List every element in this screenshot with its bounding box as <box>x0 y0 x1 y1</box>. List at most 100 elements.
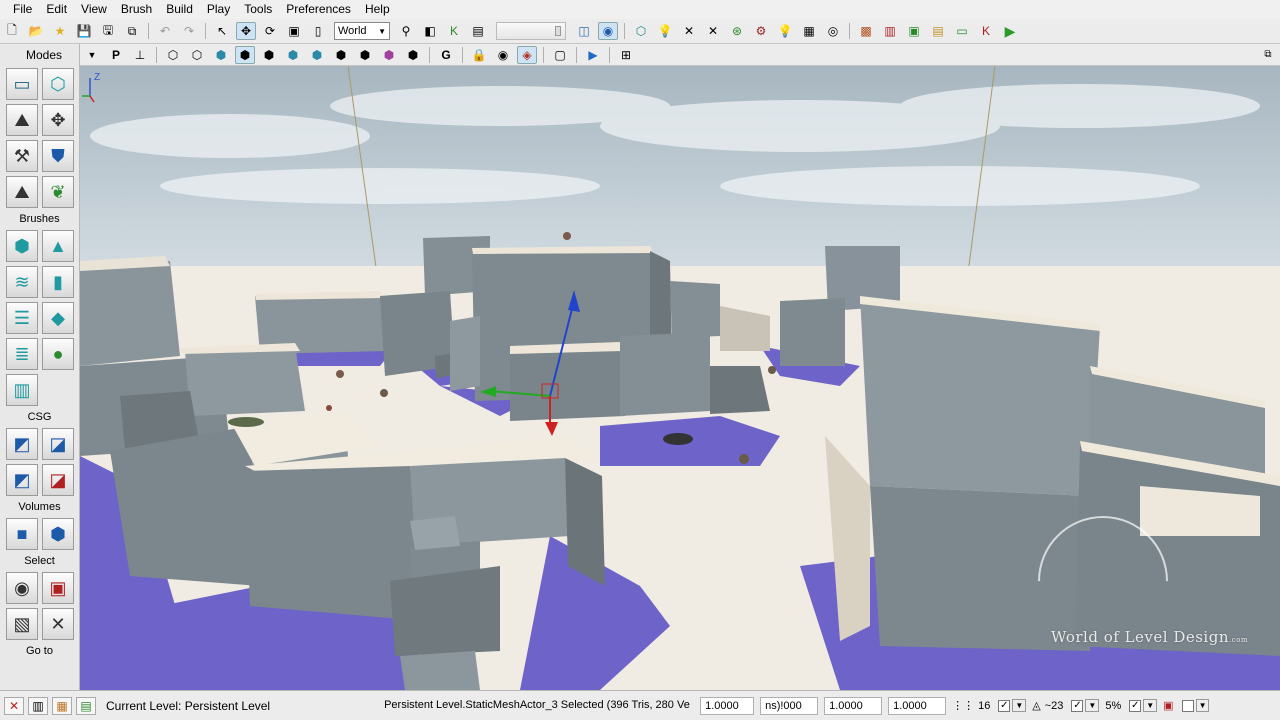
perspective-button[interactable]: P <box>106 46 126 64</box>
cylinder-brush-icon[interactable]: ▮ <box>42 266 74 298</box>
add-volume-icon[interactable]: ■ <box>6 518 38 550</box>
volumetric-brush-icon[interactable]: ▥ <box>6 374 38 406</box>
level-icon[interactable]: ✕ <box>4 696 24 715</box>
build-geometry-icon[interactable]: ⬡ <box>631 22 651 40</box>
unlit-icon[interactable]: ⬢ <box>211 46 231 64</box>
sphere-brush-icon[interactable]: ● <box>42 338 74 370</box>
globe-icon[interactable]: ◎ <box>823 22 843 40</box>
film-icon[interactable]: ▥ <box>880 22 900 40</box>
streaming-icon[interactable]: ▦ <box>52 696 72 715</box>
cone-brush-icon[interactable]: ▲ <box>42 230 74 262</box>
misc-dropdown-icon[interactable]: ▼ <box>1195 699 1210 712</box>
rotation-dropdown-icon[interactable]: ▼ <box>1085 699 1100 712</box>
perspective-viewport[interactable]: Z World of Level Design.com <box>80 66 1280 690</box>
lightmap-density-icon[interactable]: ⬢ <box>379 46 399 64</box>
lock-icon[interactable]: 🔒 <box>469 46 489 64</box>
camera-speed-slider[interactable] <box>496 22 566 40</box>
foliage-mode-icon[interactable]: ❦ <box>42 176 74 208</box>
build-all-icon[interactable]: ⊛ <box>727 22 747 40</box>
reflections-icon[interactable]: ⬢ <box>403 46 423 64</box>
volume-list-icon[interactable]: ⬢ <box>42 518 74 550</box>
level-browser-icon[interactable]: ▥ <box>28 696 48 715</box>
landscape-mode-icon[interactable]: ⛰ <box>6 176 38 208</box>
non-uniform-scale-icon[interactable]: ▯ <box>308 22 328 40</box>
csg-add-icon[interactable]: ◩ <box>6 428 38 460</box>
show-selected-icon[interactable]: ◉ <box>6 572 38 604</box>
spiral-stair-icon[interactable]: ≣ <box>6 338 38 370</box>
favorite-star-icon[interactable]: ★ <box>50 22 70 40</box>
show-brush-icon[interactable]: ◫ <box>574 22 594 40</box>
redo-icon[interactable]: ↷ <box>179 22 199 40</box>
play-in-viewport-icon[interactable]: ▶ <box>583 46 603 64</box>
build-paths-icon[interactable]: ✕ <box>679 22 699 40</box>
linear-stair-icon[interactable]: ☰ <box>6 302 38 334</box>
save-as-icon[interactable]: 🖫 <box>98 22 118 40</box>
translate-icon[interactable]: ✥ <box>236 22 256 40</box>
eye-icon[interactable]: ◉ <box>493 46 513 64</box>
slider-thumb[interactable] <box>555 26 561 36</box>
detail-lighting-icon[interactable]: ⬢ <box>259 46 279 64</box>
save-icon[interactable]: 💾 <box>74 22 94 40</box>
matinee-icon[interactable]: ▤ <box>468 22 488 40</box>
realtime-preview-icon[interactable]: ◈ <box>517 45 537 64</box>
drag-w-field[interactable]: 1.0000 <box>888 696 947 715</box>
csg-intersect-icon[interactable]: ◩ <box>6 464 38 496</box>
generic-browser-icon[interactable]: ◧ <box>420 22 440 40</box>
monitor-icon[interactable]: ▭ <box>952 22 972 40</box>
sheet-brush-icon[interactable]: ◆ <box>42 302 74 334</box>
csg-subtract-icon[interactable]: ◪ <box>42 428 74 460</box>
invert-selection-icon[interactable]: ▧ <box>6 608 38 640</box>
move-mode-icon[interactable]: ✥ <box>42 104 74 136</box>
camera-mode-icon[interactable]: ▭ <box>6 68 38 100</box>
shader-complexity-icon[interactable]: ⬢ <box>355 46 375 64</box>
binoculars-icon[interactable]: ⚲ <box>396 22 416 40</box>
rotation-snap-checkbox[interactable]: ✓ <box>1071 699 1084 712</box>
terrain-mode-icon[interactable]: ⛰ <box>6 104 38 136</box>
lighting-only-icon[interactable]: ⬢ <box>283 46 303 64</box>
texture-align-icon[interactable]: ⚒ <box>6 140 38 172</box>
cube-brush-icon[interactable]: ⬢ <box>6 230 38 262</box>
show-all-icon[interactable]: ✕ <box>42 608 74 640</box>
safe-frame-icon[interactable]: ▢ <box>550 46 570 64</box>
auto-save-icon[interactable]: ▣ <box>1163 699 1173 712</box>
lit-icon[interactable]: ⬢ <box>235 45 255 64</box>
grid-dropdown-icon[interactable]: ▼ <box>1012 699 1027 712</box>
geometry-mode-icon[interactable]: ⬡ <box>42 68 74 100</box>
drag-y-field[interactable]: ns)!000 <box>760 696 819 715</box>
light-bulb-icon[interactable]: 💡 <box>775 22 795 40</box>
coordinate-system-select[interactable]: World ▼ <box>334 22 390 40</box>
hide-selected-icon[interactable]: ▣ <box>42 572 74 604</box>
maximize-viewport-icon[interactable]: ⧉ <box>1258 46 1278 64</box>
play-icon[interactable]: ▶ <box>1000 22 1020 40</box>
scale-icon[interactable]: ▣ <box>284 22 304 40</box>
build-cover-icon[interactable]: ✕ <box>703 22 723 40</box>
wireframe-icon[interactable]: ⬡ <box>163 46 183 64</box>
kismet-debug-icon[interactable]: K <box>976 22 996 40</box>
drag-z-field[interactable]: 1.0000 <box>824 696 883 715</box>
level-check-icon[interactable]: ▤ <box>76 696 96 715</box>
folder-icon[interactable]: ▤ <box>928 22 948 40</box>
menu-file[interactable]: File <box>6 0 39 19</box>
play-in-editor-icon[interactable]: ▣ <box>904 22 924 40</box>
menu-play[interactable]: Play <box>200 0 237 19</box>
game-view-button[interactable]: G <box>436 46 456 64</box>
viewport-menu-chevron-icon[interactable]: ▼ <box>82 46 102 64</box>
open-folder-icon[interactable]: 📂 <box>26 22 46 40</box>
frame-icon[interactable]: ▦ <box>799 22 819 40</box>
mesh-paint-icon[interactable]: ⛊ <box>42 140 74 172</box>
menu-edit[interactable]: Edit <box>39 0 74 19</box>
brush-wireframe-icon[interactable]: ⬡ <box>187 46 207 64</box>
build-lighting-icon[interactable]: 💡 <box>655 22 675 40</box>
save-all-icon[interactable]: ⧉ <box>122 22 142 40</box>
undo-icon[interactable]: ↶ <box>155 22 175 40</box>
new-file-icon[interactable]: 🗋 <box>2 22 22 40</box>
menu-brush[interactable]: Brush <box>114 0 159 19</box>
build-settings-icon[interactable]: ⚙ <box>751 22 771 40</box>
scale-dropdown-icon[interactable]: ▼ <box>1143 699 1158 712</box>
pivot-icon[interactable]: ⊥ <box>130 46 150 64</box>
curved-stair-icon[interactable]: ≋ <box>6 266 38 298</box>
menu-view[interactable]: View <box>74 0 114 19</box>
scale-snap-checkbox[interactable]: ✓ <box>1129 699 1142 712</box>
texture-density-icon[interactable]: ⬢ <box>331 46 351 64</box>
menu-build[interactable]: Build <box>159 0 200 19</box>
